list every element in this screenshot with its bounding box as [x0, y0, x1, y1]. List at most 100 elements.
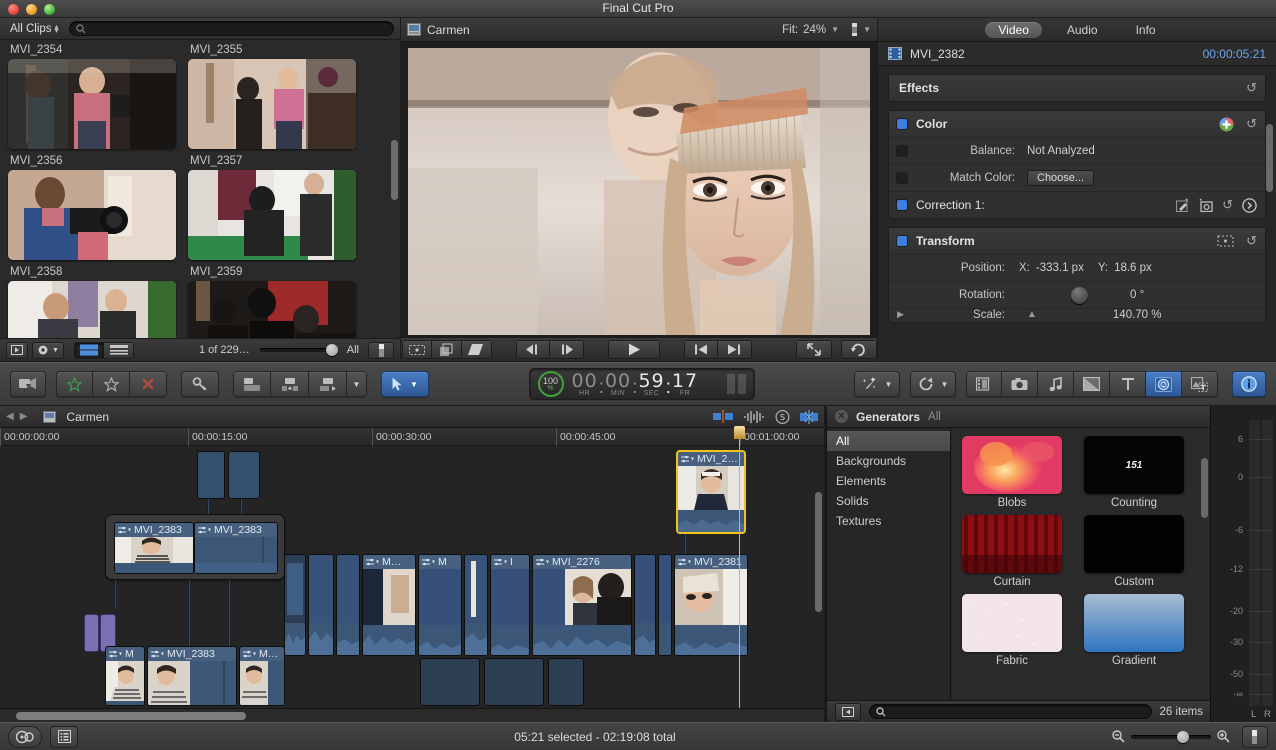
browser-vertical-scrollbar[interactable]: [391, 140, 398, 200]
frame-step-group[interactable]: [515, 340, 584, 359]
transform-enable-checkbox[interactable]: [897, 236, 907, 246]
insert-button[interactable]: [271, 371, 309, 397]
viewer-tools-group[interactable]: [401, 340, 492, 359]
timeline-horizontal-scrollbar[interactable]: [0, 708, 824, 722]
retime-button[interactable]: ▼: [910, 371, 956, 397]
transform-reset-icon[interactable]: ↺: [1246, 233, 1257, 249]
timecode-display[interactable]: 100 % 00 HR : 00 MIN : 59 SEC : 17 FR: [528, 368, 755, 400]
enhancements-button[interactable]: ▼: [854, 371, 900, 397]
tool-select-button[interactable]: ▼: [381, 371, 429, 397]
keyword-button[interactable]: [181, 371, 219, 397]
fullscreen-button[interactable]: [795, 340, 832, 359]
generator-thumbnail-custom[interactable]: [1084, 515, 1184, 573]
generators-sidebar-toggle[interactable]: [835, 702, 861, 721]
table-row[interactable]: M: [105, 646, 145, 706]
generator-thumbnail-curtain[interactable]: [962, 515, 1062, 573]
clip-thumbnail[interactable]: [188, 59, 356, 149]
media-browser-group[interactable]: 2: [966, 371, 1218, 397]
table-row[interactable]: [336, 554, 360, 656]
secondary-storyline[interactable]: MVI_2383 MVI_2383: [105, 514, 285, 580]
timeline-forward-button[interactable]: ▶: [20, 411, 28, 422]
import-media-button[interactable]: [10, 371, 46, 397]
timeline-index-list-button[interactable]: [50, 725, 78, 748]
table-row[interactable]: [84, 614, 99, 652]
clip-thumbnail[interactable]: [188, 281, 356, 338]
match-color-checkbox[interactable]: [897, 173, 907, 183]
table-row[interactable]: [197, 451, 225, 499]
connect-button[interactable]: [233, 371, 271, 397]
timeline-clip-appearance-button[interactable]: [1241, 725, 1268, 748]
balance-checkbox[interactable]: [897, 146, 907, 156]
step-forward-button[interactable]: [549, 340, 584, 359]
generator-thumbnail-gradient[interactable]: [1084, 594, 1184, 652]
generator-thumbnail-blobs[interactable]: [962, 436, 1062, 494]
table-row[interactable]: [284, 554, 306, 656]
scale-disclosure-icon[interactable]: ▶: [897, 309, 913, 320]
position-y-value[interactable]: 18.6 px: [1114, 262, 1152, 274]
list-item[interactable]: Custom: [1084, 515, 1184, 588]
photos-browser-button[interactable]: [1002, 371, 1038, 397]
timeline-tools[interactable]: S: [713, 409, 818, 424]
filmstrip-view-button[interactable]: [74, 341, 104, 359]
color-enable-checkbox[interactable]: [897, 119, 907, 129]
go-to-end-button[interactable]: [717, 340, 752, 359]
generators-scrollbar[interactable]: [1201, 458, 1208, 518]
edit-group[interactable]: ▼: [233, 371, 367, 397]
clip-grid[interactable]: MVI_2354 MVI_2355 MVI_2356 MVI_2357 MVI_…: [0, 40, 400, 338]
tab-video[interactable]: Video: [985, 21, 1042, 38]
unrate-button[interactable]: [93, 371, 130, 397]
add-color-icon[interactable]: [1219, 117, 1234, 132]
clip-zoom-slider[interactable]: [259, 343, 338, 357]
audio-meters-panel[interactable]: 6 0 -6 -12 -20 -30 -50 -∞ L R: [1210, 406, 1276, 722]
table-row[interactable]: M…: [362, 554, 416, 656]
color-header[interactable]: Color ↺: [889, 111, 1265, 137]
table-row[interactable]: [548, 658, 584, 706]
scale-slider[interactable]: ▲: [1027, 309, 1037, 320]
tab-audio[interactable]: Audio: [1054, 22, 1111, 38]
generators-browser-button[interactable]: 2: [1146, 371, 1182, 397]
table-row[interactable]: MVI_2383: [114, 522, 194, 574]
table-row[interactable]: [484, 658, 544, 706]
scale-value[interactable]: 140.70 %: [1113, 309, 1162, 321]
table-row[interactable]: M…: [239, 646, 285, 706]
position-x-value[interactable]: -333.1 px: [1036, 262, 1084, 274]
timecode-digits[interactable]: 00 HR : 00 MIN : 59 SEC : 17 FR: [572, 371, 699, 397]
loop-button[interactable]: [840, 340, 877, 359]
inspector-tabs[interactable]: Video Audio Info: [878, 18, 1276, 42]
list-item[interactable]: MVI_2354: [8, 42, 176, 149]
transform-tool-button[interactable]: [401, 340, 432, 359]
eyedropper-icon[interactable]: [1176, 198, 1190, 212]
list-item[interactable]: MVI_2359: [188, 264, 356, 338]
table-row[interactable]: MVI_2383: [194, 522, 278, 574]
inspector-toggle-button[interactable]: [1232, 371, 1266, 397]
inspector-scrollbar[interactable]: [1266, 124, 1273, 192]
timeline-ruler[interactable]: 00:00:00:00 00:00:15:00 00:00:30:00 00:0…: [0, 428, 824, 446]
correction-reset-icon[interactable]: ↺: [1222, 197, 1233, 213]
step-back-button[interactable]: [515, 340, 550, 359]
viewer-display-icon[interactable]: [850, 23, 859, 36]
generator-thumbnail-fabric[interactable]: [962, 594, 1062, 652]
all-clips-selector[interactable]: All Clips ▴ ▾: [6, 22, 63, 36]
choose-button[interactable]: Choose...: [1027, 170, 1095, 186]
timeline-back-button[interactable]: ◀: [6, 411, 14, 422]
color-reset-icon[interactable]: ↺: [1246, 116, 1257, 132]
list-item[interactable]: MVI_2356: [8, 153, 176, 260]
edit-overflow-button[interactable]: ▼: [347, 371, 367, 397]
generators-search-field[interactable]: [869, 704, 1152, 719]
browser-search-field[interactable]: [68, 21, 394, 36]
effects-header[interactable]: Effects ↺: [889, 75, 1265, 101]
titles-browser-button[interactable]: [1110, 371, 1146, 397]
timeline-zoom-slider[interactable]: [1130, 730, 1211, 744]
timeline-clip-selected[interactable]: MVI_2…: [676, 450, 746, 534]
table-row[interactable]: M: [418, 554, 462, 656]
table-row[interactable]: MVI_2383: [147, 646, 237, 706]
correction-checkbox[interactable]: [897, 200, 907, 210]
play-button[interactable]: [607, 340, 660, 359]
crop-tool-button[interactable]: [431, 340, 462, 359]
go-to-start-button[interactable]: [683, 340, 718, 359]
effects-reset-icon[interactable]: ↺: [1246, 80, 1257, 96]
correction-row[interactable]: Correction 1: ↺: [889, 191, 1265, 218]
sidebar-item-backgrounds[interactable]: Backgrounds: [827, 451, 950, 471]
clip-appearance-button[interactable]: [368, 341, 394, 359]
table-row[interactable]: [658, 554, 672, 656]
